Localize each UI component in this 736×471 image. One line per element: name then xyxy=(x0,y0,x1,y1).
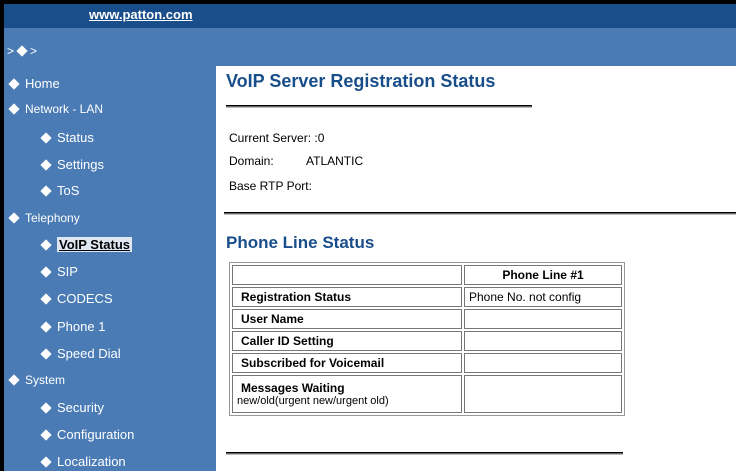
current-server-label: Current Server: xyxy=(229,131,312,145)
sidebar-item-configuration[interactable]: Configuration xyxy=(40,427,134,442)
diamond-icon xyxy=(16,45,28,57)
sidebar-item-label: Settings xyxy=(57,157,104,172)
table-row: Messages Waiting new/old(urgent new/urge… xyxy=(232,375,622,413)
sidebar-item-label: Status xyxy=(57,130,94,145)
sidebar-item-label: System xyxy=(25,373,66,387)
diamond-icon xyxy=(40,455,52,468)
table-row: Registration Status Phone No. not config xyxy=(232,287,622,307)
sidebar-item-network-lan[interactable]: Network - LAN xyxy=(8,102,103,116)
subscribed-voicemail-value xyxy=(464,353,622,373)
phone-line-status-heading: Phone Line Status xyxy=(226,233,375,252)
row-label-user-name: User Name xyxy=(232,309,462,329)
phone-line-status-table: Phone Line #1 Registration Status Phone … xyxy=(229,262,625,416)
sidebar-item-label: Network - LAN xyxy=(25,102,104,116)
diamond-icon xyxy=(40,265,52,278)
diamond-icon xyxy=(40,292,52,305)
page-title: VoIP Server Registration Status xyxy=(226,71,496,91)
browser-frame: www.patton.com > > Home Network - LAN St… xyxy=(4,4,736,471)
diamond-icon xyxy=(40,184,52,197)
breadcrumb-separator: > xyxy=(30,44,38,58)
sidebar-item-sip[interactable]: SIP xyxy=(40,264,78,279)
sidebar-item-system[interactable]: System xyxy=(8,373,65,387)
domain-row: Domain: ATLANTIC xyxy=(229,154,363,168)
table-row: Subscribed for Voicemail xyxy=(232,353,622,373)
diamond-icon xyxy=(8,212,20,224)
caller-id-setting-value xyxy=(464,331,622,351)
sidebar-item-label: Security xyxy=(57,400,104,415)
table-row: Caller ID Setting xyxy=(232,331,622,351)
sidebar-item-tos[interactable]: ToS xyxy=(40,183,79,198)
user-name-value xyxy=(464,309,622,329)
row-label-caller-id-setting: Caller ID Setting xyxy=(232,331,462,351)
registration-status-value: Phone No. not config xyxy=(464,287,622,307)
main-content: VoIP Server Registration Status Current … xyxy=(216,66,736,471)
divider xyxy=(224,212,736,215)
divider xyxy=(226,105,532,108)
current-server-value: :0 xyxy=(314,131,325,145)
sidebar-item-codecs[interactable]: CODECS xyxy=(40,291,113,306)
sidebar-item-label: ToS xyxy=(57,183,80,198)
messages-waiting-value xyxy=(464,375,622,413)
sidebar-item-label: SIP xyxy=(57,264,78,279)
messages-waiting-sublabel: new/old(urgent new/urgent old) xyxy=(237,395,389,407)
diamond-icon xyxy=(40,131,52,144)
column-header-phone-line-1: Phone Line #1 xyxy=(464,265,622,285)
sidebar-item-label: Home xyxy=(25,76,60,91)
breadcrumb-separator: > xyxy=(7,44,15,58)
top-banner: www.patton.com xyxy=(4,4,736,28)
row-label-messages-waiting: Messages Waiting new/old(urgent new/urge… xyxy=(232,375,462,413)
sidebar-item-label: VoIP Status xyxy=(57,237,133,252)
diamond-icon xyxy=(40,238,52,251)
row-label-registration-status: Registration Status xyxy=(232,287,462,307)
rtp-port-row: Base RTP Port: xyxy=(229,179,312,193)
diamond-icon xyxy=(40,401,52,414)
table-row: Phone Line #1 xyxy=(232,265,622,285)
sidebar-item-label: Telephony xyxy=(25,211,80,225)
breadcrumb-bar: > > xyxy=(4,28,736,66)
rtp-port-label: Base RTP Port: xyxy=(229,179,312,193)
sidebar-item-phone-1[interactable]: Phone 1 xyxy=(40,319,105,334)
diamond-icon xyxy=(40,428,52,441)
sidebar-item-label: CODECS xyxy=(57,291,113,306)
sidebar-item-status[interactable]: Status xyxy=(40,130,94,145)
sidebar-item-settings[interactable]: Settings xyxy=(40,157,104,172)
diamond-icon xyxy=(40,347,52,360)
sidebar-item-telephony[interactable]: Telephony xyxy=(8,211,80,225)
domain-value: ATLANTIC xyxy=(306,154,364,168)
sidebar-item-security[interactable]: Security xyxy=(40,400,104,415)
sidebar-item-localization[interactable]: Localization xyxy=(40,454,126,469)
sidebar-item-voip-status[interactable]: VoIP Status xyxy=(40,237,133,252)
sidebar-item-speed-dial[interactable]: Speed Dial xyxy=(40,346,121,361)
sidebar-item-label: Phone 1 xyxy=(57,319,106,334)
diamond-icon xyxy=(40,158,52,171)
divider xyxy=(226,452,623,455)
patton-site-link[interactable]: www.patton.com xyxy=(89,7,193,22)
diamond-icon xyxy=(8,77,20,90)
table-row: User Name xyxy=(232,309,622,329)
sidebar-item-label: Localization xyxy=(57,454,126,469)
diamond-icon xyxy=(8,103,20,115)
sidebar-item-home[interactable]: Home xyxy=(8,76,60,91)
sidebar-item-label: Speed Dial xyxy=(57,346,121,361)
sidebar-item-label: Configuration xyxy=(57,427,135,442)
messages-waiting-label: Messages Waiting xyxy=(241,381,345,395)
diamond-icon xyxy=(40,320,52,333)
breadcrumb: > > xyxy=(7,44,37,58)
current-server-row: Current Server: :0 xyxy=(229,131,324,145)
domain-label: Domain: xyxy=(229,154,274,168)
diamond-icon xyxy=(8,374,20,386)
table-corner-cell xyxy=(232,265,462,285)
row-label-subscribed-voicemail: Subscribed for Voicemail xyxy=(232,353,462,373)
sidebar-nav: Home Network - LAN Status Settings ToS T… xyxy=(4,66,216,471)
